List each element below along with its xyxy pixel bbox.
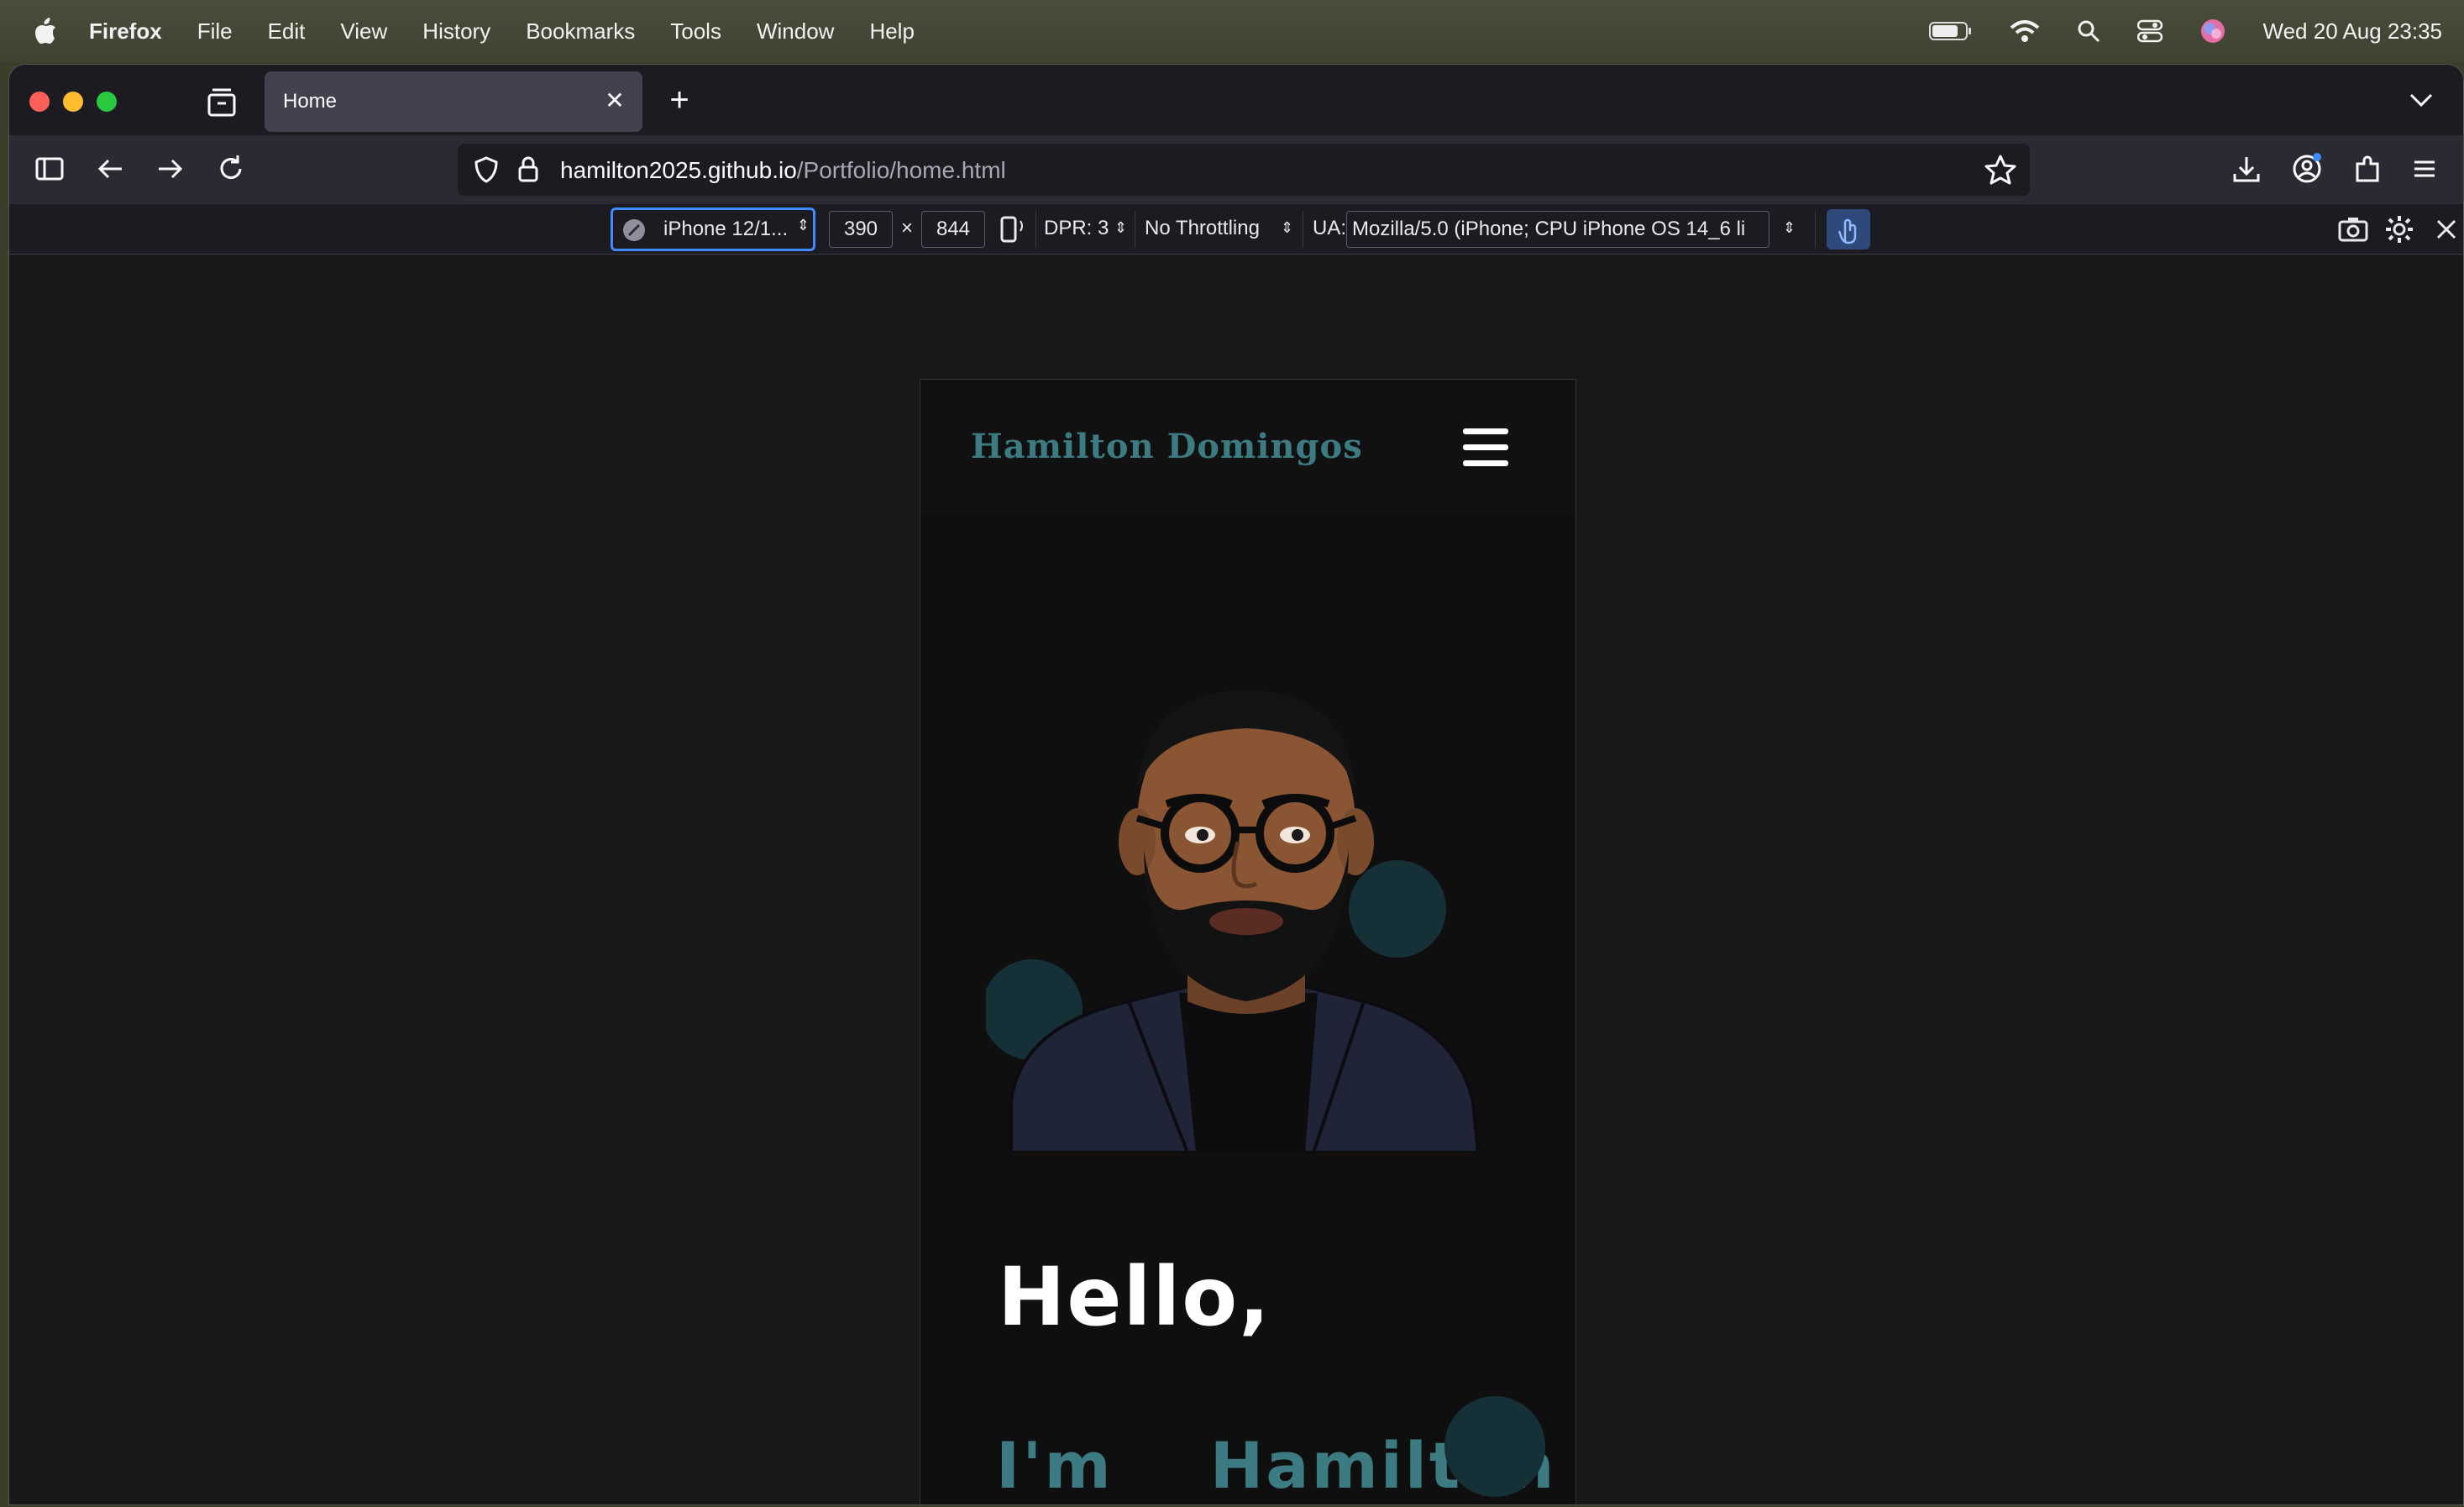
menu-app-name[interactable]: Firefox — [89, 18, 162, 45]
responsive-design-toolbar: iPhone 12/1... ⇕ 390 × 844 DPR: 3 ⇕ No T… — [9, 204, 2463, 255]
device-safari-icon — [623, 219, 645, 241]
menu-file[interactable]: File — [197, 18, 233, 45]
user-agent-input[interactable]: Mozilla/5.0 (iPhone; CPU iPhone OS 14_6 … — [1346, 211, 1769, 248]
mobile-page-viewport[interactable]: Hamilton Domingos Hello, I'm Hamilton — [920, 379, 1576, 1504]
close-tab-icon[interactable]: ✕ — [602, 88, 627, 113]
downloads-icon[interactable] — [2230, 152, 2263, 186]
browser-viewport: Hamilton Domingos Hello, I'm Hamilton — [9, 255, 2463, 1504]
close-window-button[interactable] — [29, 92, 50, 112]
url-path: /Portfolio/home.html — [796, 157, 1006, 183]
menu-view[interactable]: View — [340, 18, 387, 45]
touch-hand-icon — [1838, 218, 1857, 244]
spotlight-search-icon[interactable] — [2077, 19, 2100, 43]
menu-history[interactable]: History — [422, 18, 490, 45]
extensions-puzzle-icon[interactable] — [2351, 152, 2384, 186]
menu-window[interactable]: Window — [757, 18, 834, 45]
menu-edit[interactable]: Edit — [268, 18, 306, 45]
device-selector[interactable]: iPhone 12/1... ⇕ — [611, 207, 815, 251]
close-rdm-icon[interactable] — [2435, 218, 2458, 241]
bookmark-star-icon[interactable] — [1984, 154, 2016, 186]
device-name: iPhone 12/1... — [663, 218, 789, 240]
portrait-illustration — [986, 690, 1481, 1153]
apple-menu-icon[interactable] — [34, 18, 57, 45]
menu-tools[interactable]: Tools — [670, 18, 721, 45]
url-host: hamilton2025.github.io — [560, 157, 797, 183]
touch-simulation-toggle[interactable] — [1827, 209, 1870, 249]
tab-title: Home — [283, 90, 338, 113]
lock-icon[interactable] — [516, 154, 540, 184]
screenshot-camera-icon[interactable] — [2337, 214, 2369, 244]
address-bar[interactable]: hamilton2025.github.io/Portfolio/home.ht… — [458, 144, 2030, 196]
list-all-tabs-chevron-icon[interactable] — [2404, 83, 2438, 117]
viewport-width-input[interactable]: 390 — [829, 211, 893, 248]
hero-greeting: Hello, — [998, 1250, 1271, 1344]
tab-bar: Home ✕ + — [9, 65, 2463, 135]
throttling-dropdown-icon: ⇕ — [1281, 219, 1294, 236]
siri-icon[interactable] — [2199, 18, 2226, 45]
viewport-height-input[interactable]: 844 — [921, 211, 985, 248]
battery-icon[interactable] — [1928, 21, 1973, 41]
control-center-icon[interactable] — [2136, 19, 2163, 43]
hamburger-menu-icon[interactable] — [2408, 152, 2441, 186]
tracking-protection-shield-icon[interactable] — [473, 155, 500, 184]
ua-dropdown-icon: ⇕ — [1783, 219, 1796, 236]
url-text[interactable]: hamilton2025.github.io/Portfolio/home.ht… — [560, 157, 1006, 184]
hero-im: I'm — [996, 1428, 1114, 1503]
zoom-window-button[interactable] — [97, 92, 117, 112]
throttling-selector[interactable]: No Throttling — [1145, 217, 1260, 240]
menubar-clock[interactable]: Wed 20 Aug 23:35 — [2263, 18, 2442, 45]
tab-home[interactable]: Home ✕ — [265, 71, 642, 132]
menu-help[interactable]: Help — [869, 18, 914, 45]
back-arrow-icon[interactable] — [93, 152, 127, 186]
user-agent-label: UA: — [1313, 217, 1347, 239]
macos-menubar: Firefox File Edit View History Bookmarks… — [0, 0, 2464, 62]
forward-arrow-icon[interactable] — [154, 152, 187, 186]
dpr-selector[interactable]: DPR: 3 — [1044, 217, 1109, 240]
minimize-window-button[interactable] — [63, 92, 83, 112]
rotate-viewport-icon[interactable] — [997, 214, 1027, 244]
menu-bookmarks[interactable]: Bookmarks — [526, 18, 635, 45]
dimension-separator: × — [901, 217, 914, 239]
firefox-view-icon[interactable] — [204, 85, 239, 120]
account-icon[interactable] — [2290, 152, 2324, 186]
reload-icon[interactable] — [214, 152, 248, 186]
decorative-bubble — [1444, 1396, 1545, 1497]
wifi-icon[interactable] — [2010, 19, 2040, 43]
firefox-window: Home ✕ + hamilton2025.github.io/Portfoli… — [8, 64, 2464, 1505]
new-tab-button[interactable]: + — [663, 83, 696, 117]
settings-gear-icon[interactable] — [2384, 214, 2414, 244]
device-dropdown-chevron-icon: ⇕ — [796, 217, 810, 234]
site-brand-logo[interactable]: Hamilton Domingos — [971, 427, 1363, 466]
site-header: Hamilton Domingos — [920, 380, 1575, 514]
sidebar-icon[interactable] — [33, 152, 66, 186]
site-menu-hamburger-icon[interactable] — [1463, 428, 1508, 467]
dpr-dropdown-icon: ⇕ — [1114, 219, 1128, 236]
navigation-toolbar: hamilton2025.github.io/Portfolio/home.ht… — [9, 135, 2463, 204]
